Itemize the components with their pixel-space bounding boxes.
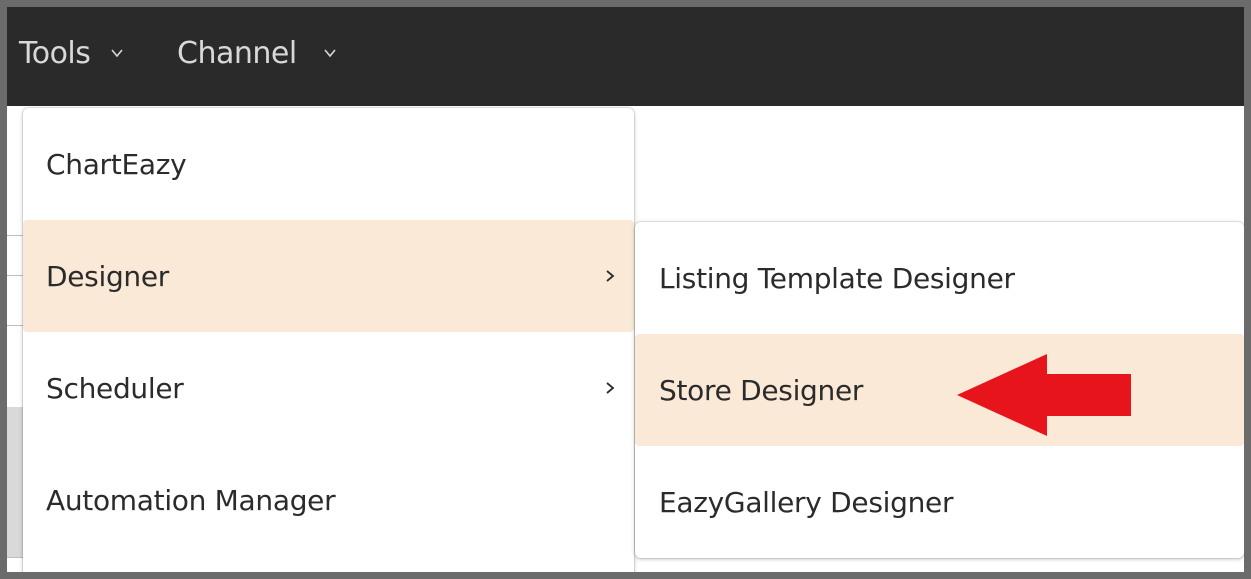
submenu-item-eazygallery-designer[interactable]: EazyGallery Designer — [635, 446, 1244, 558]
background-divider — [7, 325, 23, 326]
app-frame: Tools Channel ChartEazy Designer Schedul… — [7, 7, 1244, 572]
menu-item-automation-manager[interactable]: Automation Manager — [23, 444, 634, 556]
submenu-item-label: EazyGallery Designer — [659, 485, 954, 519]
designer-submenu: Listing Template Designer Store Designer… — [635, 222, 1244, 558]
menu-item-label: Designer — [46, 259, 170, 293]
tools-dropdown-menu: ChartEazy Designer Scheduler Automation … — [23, 108, 634, 572]
nav-tools-menu[interactable]: Tools — [19, 33, 124, 73]
submenu-item-label: Store Designer — [659, 373, 864, 407]
menu-item-label: Automation Manager — [46, 483, 336, 517]
menu-item-charteazy[interactable]: ChartEazy — [23, 108, 634, 220]
menu-item-scheduler[interactable]: Scheduler — [23, 332, 634, 444]
background-divider — [7, 275, 23, 276]
red-arrow-icon — [957, 354, 1131, 436]
top-nav-bar: Tools Channel — [7, 7, 1244, 106]
nav-channel-label: Channel — [177, 35, 297, 71]
submenu-item-label: Listing Template Designer — [659, 261, 1015, 295]
chevron-right-icon — [604, 267, 616, 285]
chevron-down-icon — [110, 46, 124, 60]
nav-channel-menu[interactable]: Channel — [177, 33, 337, 73]
background-panel — [7, 407, 23, 557]
menu-item-designer[interactable]: Designer — [23, 220, 634, 332]
menu-item-label: Scheduler — [46, 371, 184, 405]
submenu-item-store-designer[interactable]: Store Designer — [635, 334, 1244, 446]
submenu-item-listing-template-designer[interactable]: Listing Template Designer — [635, 222, 1244, 334]
background-divider — [7, 557, 23, 558]
menu-item-label: ChartEazy — [46, 147, 187, 181]
nav-tools-label: Tools — [19, 35, 91, 71]
chevron-down-icon — [323, 46, 337, 60]
chevron-right-icon — [604, 379, 616, 397]
background-divider — [7, 235, 23, 236]
